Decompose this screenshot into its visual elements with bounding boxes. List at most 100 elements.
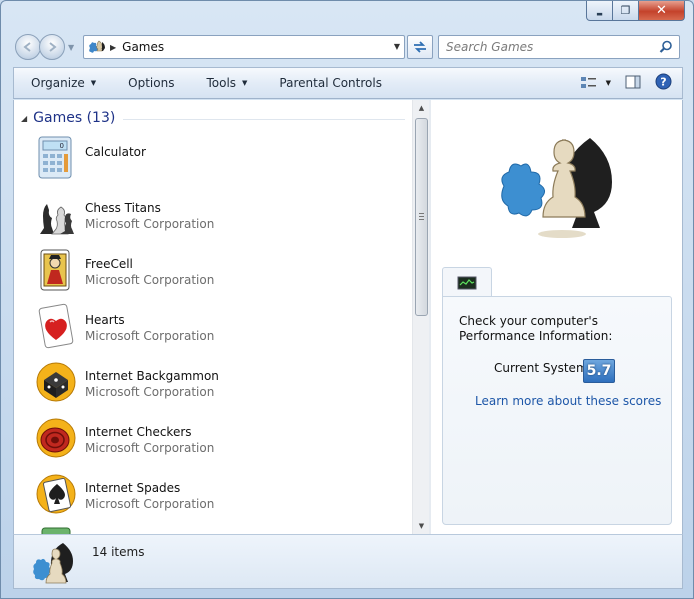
tools-menu[interactable]: Tools ▼ (189, 68, 262, 98)
list-item[interactable]: Hearts Microsoft Corporation (34, 302, 404, 354)
organize-label: Organize (31, 76, 85, 90)
game-publisher: Microsoft Corporation (85, 441, 215, 455)
view-controls: ▼ ? (580, 68, 672, 98)
game-name: Internet Backgammon (85, 369, 219, 383)
forward-arrow-icon (49, 42, 57, 52)
freecell-icon (34, 246, 78, 294)
search-icon[interactable] (659, 40, 673, 57)
search-box[interactable] (438, 35, 680, 59)
item-text: Internet Backgammon Microsoft Corporatio… (85, 358, 219, 400)
performance-score-badge: 5.7 (583, 359, 615, 383)
group-header[interactable]: ◢ Games (13) (21, 108, 405, 128)
games-folder-icon (88, 39, 106, 55)
calculator-icon: 0 (34, 134, 78, 182)
item-text: Calculator (85, 134, 146, 160)
scroll-up-arrow-icon[interactable]: ▲ (413, 100, 430, 116)
list-scrollbar[interactable]: ▲ ▼ (412, 100, 429, 534)
back-button[interactable] (15, 34, 41, 60)
preview-pane-icon (625, 75, 641, 88)
close-button[interactable]: ✕ (639, 1, 685, 21)
collapse-triangle-icon[interactable]: ◢ (21, 114, 27, 123)
tools-label: Tools (206, 76, 237, 90)
backgammon-icon (34, 358, 78, 406)
svg-text:0: 0 (60, 142, 64, 150)
performance-tab[interactable] (442, 267, 492, 297)
current-system-label: Current System (494, 361, 588, 375)
game-icon (34, 526, 78, 534)
item-text: Hearts Microsoft Corporation (85, 302, 214, 344)
scroll-thumb[interactable] (415, 118, 428, 316)
game-publisher: Microsoft Corporation (85, 385, 215, 399)
item-text: Internet Spades Microsoft Corporation (85, 470, 214, 512)
options-button[interactable]: Options (111, 68, 189, 98)
minimize-icon: ▬ (596, 9, 603, 18)
change-view-button[interactable]: ▼ (580, 76, 611, 90)
list-item[interactable]: Chess Titans Microsoft Corporation (34, 190, 404, 242)
chevron-down-icon: ▼ (90, 79, 97, 87)
options-label: Options (128, 76, 175, 90)
address-bar[interactable]: ▶ Games ▼ (83, 35, 405, 59)
game-name: Calculator (85, 145, 146, 159)
recent-pages-dropdown[interactable]: ▼ (68, 43, 74, 52)
minimize-button[interactable]: ▬ (586, 1, 613, 21)
close-icon: ✕ (656, 3, 667, 18)
help-icon: ? (655, 73, 672, 90)
command-bar: Organize ▼ Options Tools ▼ Parental Contro… (13, 67, 683, 99)
group-title: Games (13) (33, 110, 116, 126)
content-area: ◢ Games (13) 0 Calculator Chess Titans M… (13, 100, 683, 534)
refresh-icon (414, 41, 426, 53)
list-item[interactable]: 0 Calculator (34, 134, 404, 186)
game-name: FreeCell (85, 257, 133, 271)
game-publisher: Microsoft Corporation (85, 497, 215, 511)
back-arrow-icon (23, 42, 31, 52)
help-button[interactable]: ? (655, 73, 672, 93)
svg-text:?: ? (660, 76, 666, 89)
scroll-grip (419, 213, 424, 220)
pane-splitter[interactable] (429, 100, 431, 534)
navigation-buttons: ▼ (15, 34, 74, 60)
forward-button[interactable] (39, 34, 65, 60)
breadcrumb-separator-icon[interactable]: ▶ (110, 43, 116, 52)
game-name: Hearts (85, 313, 125, 327)
performance-panel: Check your computer's Performance Inform… (442, 296, 672, 525)
search-input[interactable] (439, 39, 649, 55)
maximize-button[interactable]: ❐ (613, 1, 639, 21)
learn-more-link[interactable]: Learn more about these scores (475, 394, 661, 408)
performance-text: Check your computer's Performance Inform… (459, 314, 613, 343)
item-text: Chess Titans Microsoft Corporation (85, 190, 214, 232)
game-publisher: Microsoft Corporation (85, 273, 215, 287)
view-list-icon (580, 77, 596, 88)
list-item[interactable]: Internet Backgammon Microsoft Corporatio… (34, 358, 404, 410)
list-item[interactable] (34, 526, 404, 534)
game-name: Internet Checkers (85, 425, 192, 439)
game-name: Chess Titans (85, 201, 161, 215)
maximize-icon: ❐ (620, 4, 631, 17)
spades-icon (34, 470, 78, 518)
hearts-icon (34, 302, 78, 350)
parental-controls-button[interactable]: Parental Controls (262, 68, 397, 98)
games-small-icon (31, 541, 77, 585)
organize-menu[interactable]: Organize ▼ (14, 68, 111, 98)
preview-pane-button[interactable] (625, 75, 641, 92)
chess-icon (34, 190, 78, 238)
scroll-down-arrow-icon[interactable]: ▼ (413, 518, 430, 534)
chevron-down-icon: ▼ (242, 79, 248, 87)
game-name: Internet Spades (85, 481, 181, 495)
item-text: Internet Checkers Microsoft Corporation (85, 414, 214, 456)
performance-monitor-icon (457, 276, 477, 289)
games-large-icon (492, 126, 642, 241)
refresh-button[interactable] (407, 35, 433, 59)
checkers-icon (34, 414, 78, 462)
address-history-dropdown[interactable]: ▼ (394, 42, 400, 51)
breadcrumb-games[interactable]: Games (122, 40, 164, 54)
caption-buttons: ▬ ❐ ✕ (586, 1, 685, 21)
preview-pane: Check your computer's Performance Inform… (432, 100, 682, 534)
list-item[interactable]: FreeCell Microsoft Corporation (34, 246, 404, 298)
game-publisher: Microsoft Corporation (85, 217, 215, 231)
games-list-pane: ◢ Games (13) 0 Calculator Chess Titans M… (14, 100, 411, 534)
item-count: 14 items (92, 545, 145, 559)
list-item[interactable]: Internet Spades Microsoft Corporation (34, 470, 404, 522)
list-item[interactable]: Internet Checkers Microsoft Corporation (34, 414, 404, 466)
item-text: FreeCell Microsoft Corporation (85, 246, 214, 288)
parental-controls-label: Parental Controls (279, 76, 382, 90)
